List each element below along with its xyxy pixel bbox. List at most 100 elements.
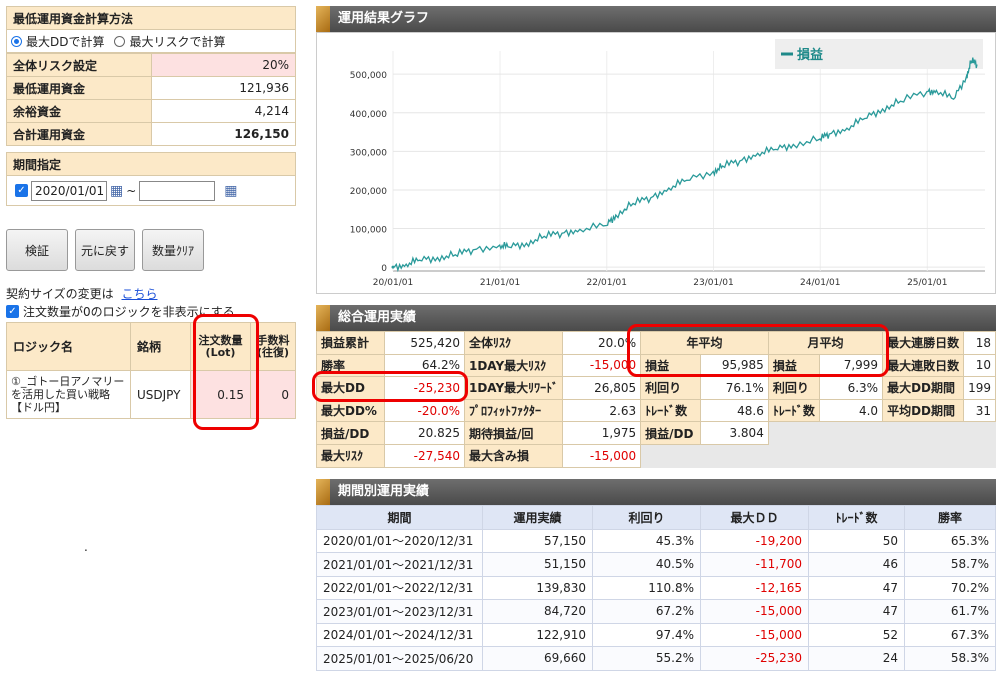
profit-chart: 25/01/01 24/01/01 23/01/01 22/01/01 21/01/01… (350, 39, 985, 288)
calendar-icon[interactable]: ▦ (110, 183, 123, 199)
verify-button[interactable]: 検証 (6, 229, 68, 271)
radio-dd[interactable] (11, 35, 22, 47)
table-cell: 84,720 (482, 599, 593, 624)
sum-label: ﾄﾚｰﾄﾞ数 (640, 398, 702, 423)
radio-risk[interactable] (114, 35, 126, 47)
x-tick-label: 21/01/01 (480, 278, 520, 288)
col-header: 運用実績 (482, 505, 593, 530)
table-cell: 2024/01/01～2024/12/31 (316, 622, 483, 647)
highlight-ring (627, 324, 889, 377)
x-tick-label: 20/01/01 (373, 278, 413, 288)
sum-value: 4.0 (818, 398, 884, 423)
total-capital-label: 合計運用資金 (6, 122, 152, 146)
table-cell: 2023/01/01～2023/12/31 (316, 599, 483, 624)
min-capital-label: 最低運用資金 (6, 76, 152, 100)
period-perf-section-header: 期間別運用実績 (316, 479, 996, 505)
table-cell: 110.8% (592, 575, 701, 600)
table-cell: 67.3% (904, 622, 996, 647)
table-cell: 55.2% (592, 646, 701, 671)
contract-change-line: 契約サイズの変更は こちら (6, 285, 158, 302)
sum-value: 525,420 (384, 331, 465, 355)
series-start-point (391, 265, 395, 269)
sum-value: 26,805 (562, 376, 642, 400)
x-tick-label: 23/01/01 (693, 278, 733, 288)
sum-value: 199 (963, 376, 996, 400)
table-cell: 58.3% (904, 646, 996, 671)
x-tick-label: 24/01/01 (800, 278, 840, 288)
sum-value: 76.1% (700, 376, 769, 400)
x-tick-label: 22/01/01 (587, 278, 627, 288)
sum-label: 損益/DD (316, 421, 385, 445)
contract-change-text: 契約サイズの変更は (6, 287, 114, 301)
sum-label: 期待損益/回 (463, 421, 564, 445)
table-cell: -15,000 (700, 622, 809, 647)
sum-value: -20.0% (384, 398, 465, 423)
date-to-input[interactable] (139, 180, 216, 201)
sum-value: 1,975 (562, 421, 642, 445)
table-cell: -15,000 (700, 599, 809, 624)
y-tick-label: 100,000 (350, 226, 387, 236)
min-capital-value: 121,936 (151, 76, 296, 100)
sum-label: 平均DD期間 (882, 398, 965, 423)
table-cell: 40.5% (592, 552, 701, 577)
sum-label: 利回り (767, 376, 820, 400)
radio-dd-label[interactable]: 最大DDで計算 (26, 33, 104, 50)
table-row: 2020/01/01～2020/12/31 57,150 45.3% -19,200 5… (316, 528, 996, 553)
sum-value: 10 (963, 353, 996, 378)
period-row: ✓ 2020/01/01 ▦ ~ ▦ (6, 176, 296, 206)
left-panel: 最低運用資金計算方法 最大DDで計算 最大リスクで計算 全体リスク設定 20% … (6, 6, 296, 206)
table-cell: 46 (808, 552, 905, 577)
reset-button[interactable]: 元に戻す (75, 229, 135, 271)
period-checkbox[interactable]: ✓ (15, 184, 28, 197)
col-header: 最大ＤＤ (700, 505, 809, 530)
calendar-icon[interactable]: ▦ (224, 183, 237, 199)
period-title: 期間指定 (6, 152, 296, 176)
qty-clear-button[interactable]: 数量ｸﾘｱ (142, 229, 204, 271)
y-tick-label: 300,000 (350, 148, 387, 158)
table-cell: 122,910 (482, 622, 593, 647)
sum-value: 6.3% (818, 376, 884, 400)
sum-label: 全体ﾘｽｸ (463, 331, 564, 355)
radio-risk-label[interactable]: 最大リスクで計算 (129, 33, 225, 50)
sum-value: 2.63 (562, 398, 642, 423)
date-from-input[interactable]: 2020/01/01 (31, 180, 107, 201)
sum-label: 1DAY最大ﾘｽｸ (463, 353, 564, 378)
sum-value: 20.825 (384, 421, 465, 445)
table-cell: 67.2% (592, 599, 701, 624)
sum-label: 利回り (640, 376, 702, 400)
calc-method-options: 最大DDで計算 最大リスクで計算 (6, 30, 296, 53)
risk-setting-label: 全体リスク設定 (6, 53, 152, 77)
hide-zero-checkbox[interactable]: ✓ (6, 305, 19, 318)
period-perf-table: 期間 運用実績 利回り 最大ＤＤ ﾄﾚｰﾄﾞ数 勝率 2020/01/01～20… (316, 505, 996, 671)
sum-value: -27,540 (384, 443, 465, 468)
logic-name: ①_ゴトー日アノマリーを活用した買い戦略【ドル円】 (6, 370, 131, 419)
table-cell: -19,200 (700, 528, 809, 553)
table-cell: -11,700 (700, 552, 809, 577)
table-cell: 69,660 (482, 646, 593, 671)
graph-panel: 25/01/01 24/01/01 23/01/01 22/01/01 21/01/01… (316, 32, 996, 294)
table-row: 2023/01/01～2023/12/31 84,720 67.2% -15,000 4… (316, 599, 996, 624)
x-tick-label: 25/01/01 (907, 278, 947, 288)
stray-dot: . (84, 540, 88, 554)
sum-label: 最大含み損 (463, 443, 564, 468)
sum-label: ﾄﾚｰﾄﾞ数 (767, 398, 820, 423)
spare-capital-value: 4,214 (151, 99, 296, 123)
table-cell: 50 (808, 528, 905, 553)
graph-section-header: 運用結果グラフ (316, 6, 996, 32)
table-cell: 47 (808, 575, 905, 600)
empty-cell (640, 443, 996, 468)
contract-link[interactable]: こちら (121, 287, 157, 301)
col-header: 勝率 (904, 505, 996, 530)
table-cell: 139,830 (482, 575, 593, 600)
y-tick-label: 400,000 (350, 110, 387, 120)
sum-value: 18 (963, 331, 996, 355)
table-row: 2021/01/01～2021/12/31 51,150 40.5% -11,700 4… (316, 552, 996, 577)
profit-series-line (392, 57, 978, 273)
risk-setting-value[interactable]: 20% (151, 53, 296, 77)
empty-cell (767, 421, 997, 445)
table-cell: 61.7% (904, 599, 996, 624)
sum-label: 最大ﾘｽｸ (316, 443, 385, 468)
tilde: ~ (126, 183, 137, 198)
sum-label: 損益/DD (640, 421, 702, 445)
sum-value: 3.804 (700, 421, 769, 445)
